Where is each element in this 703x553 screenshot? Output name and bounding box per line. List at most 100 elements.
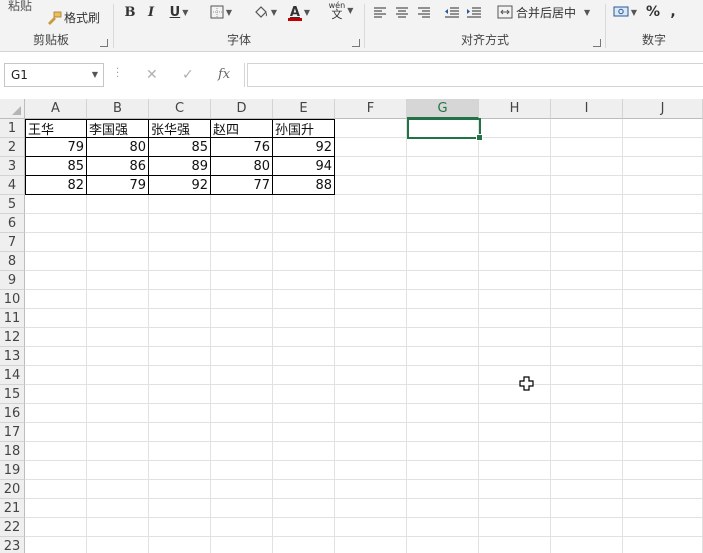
row-header-2[interactable]: 2 <box>0 138 25 157</box>
italic-button[interactable]: I <box>144 2 158 22</box>
cell-d8[interactable] <box>211 252 273 271</box>
cell-j15[interactable] <box>623 385 703 404</box>
cell-g10[interactable] <box>407 290 479 309</box>
row-header-11[interactable]: 11 <box>0 309 25 328</box>
cell-g2[interactable] <box>407 138 479 157</box>
resize-handle-icon[interactable]: · · · <box>116 65 119 83</box>
row-header-9[interactable]: 9 <box>0 271 25 290</box>
format-painter-button[interactable]: 格式刷 <box>46 9 100 26</box>
cell-h12[interactable] <box>479 328 551 347</box>
cell-e3[interactable]: 94 <box>273 157 335 176</box>
cell-j22[interactable] <box>623 518 703 537</box>
cell-a21[interactable] <box>25 499 87 518</box>
clipboard-launcher-icon[interactable] <box>100 39 108 47</box>
cell-e21[interactable] <box>273 499 335 518</box>
cell-b12[interactable] <box>87 328 149 347</box>
cell-a19[interactable] <box>25 461 87 480</box>
cell-a11[interactable] <box>25 309 87 328</box>
row-header-10[interactable]: 10 <box>0 290 25 309</box>
decrease-indent-button[interactable] <box>443 2 461 22</box>
cell-a23[interactable] <box>25 537 87 553</box>
cell-e2[interactable]: 92 <box>273 138 335 157</box>
cell-f11[interactable] <box>335 309 407 328</box>
column-header-i[interactable]: I <box>551 99 623 119</box>
cell-h4[interactable] <box>479 176 551 195</box>
cell-c10[interactable] <box>149 290 211 309</box>
cell-g3[interactable] <box>407 157 479 176</box>
cell-i2[interactable] <box>551 138 623 157</box>
cell-j8[interactable] <box>623 252 703 271</box>
cell-g8[interactable] <box>407 252 479 271</box>
cell-h7[interactable] <box>479 233 551 252</box>
cell-i10[interactable] <box>551 290 623 309</box>
cell-h10[interactable] <box>479 290 551 309</box>
column-header-f[interactable]: F <box>335 99 407 119</box>
cell-f22[interactable] <box>335 518 407 537</box>
cell-c7[interactable] <box>149 233 211 252</box>
cell-e13[interactable] <box>273 347 335 366</box>
cell-i6[interactable] <box>551 214 623 233</box>
cell-h15[interactable] <box>479 385 551 404</box>
cell-j10[interactable] <box>623 290 703 309</box>
cell-f7[interactable] <box>335 233 407 252</box>
cell-j5[interactable] <box>623 195 703 214</box>
cell-i8[interactable] <box>551 252 623 271</box>
row-header-17[interactable]: 17 <box>0 423 25 442</box>
cell-h6[interactable] <box>479 214 551 233</box>
cell-j23[interactable] <box>623 537 703 553</box>
cell-g21[interactable] <box>407 499 479 518</box>
cell-g13[interactable] <box>407 347 479 366</box>
cell-d19[interactable] <box>211 461 273 480</box>
cell-i1[interactable] <box>551 119 623 138</box>
alignment-launcher-icon[interactable] <box>593 39 601 47</box>
cell-g1[interactable] <box>407 119 479 138</box>
name-box[interactable]: G1 ▼ <box>4 63 104 87</box>
cell-f2[interactable] <box>335 138 407 157</box>
cell-c15[interactable] <box>149 385 211 404</box>
cell-e11[interactable] <box>273 309 335 328</box>
chevron-down-icon[interactable]: ▼ <box>92 64 98 86</box>
cell-a7[interactable] <box>25 233 87 252</box>
cell-j13[interactable] <box>623 347 703 366</box>
cell-f10[interactable] <box>335 290 407 309</box>
cell-d1[interactable]: 赵四 <box>211 119 273 138</box>
cell-a1[interactable]: 王华 <box>25 119 87 138</box>
cell-i22[interactable] <box>551 518 623 537</box>
cell-c1[interactable]: 张华强 <box>149 119 211 138</box>
cell-d9[interactable] <box>211 271 273 290</box>
cell-b1[interactable]: 李国强 <box>87 119 149 138</box>
cell-f5[interactable] <box>335 195 407 214</box>
cell-d6[interactable] <box>211 214 273 233</box>
cell-c11[interactable] <box>149 309 211 328</box>
cell-j1[interactable] <box>623 119 703 138</box>
cell-b5[interactable] <box>87 195 149 214</box>
cell-d23[interactable] <box>211 537 273 553</box>
cell-e6[interactable] <box>273 214 335 233</box>
cell-b3[interactable]: 86 <box>87 157 149 176</box>
cell-c20[interactable] <box>149 480 211 499</box>
cell-b21[interactable] <box>87 499 149 518</box>
cell-b14[interactable] <box>87 366 149 385</box>
cell-h2[interactable] <box>479 138 551 157</box>
cell-b18[interactable] <box>87 442 149 461</box>
percent-button[interactable]: % <box>644 2 662 22</box>
cell-a20[interactable] <box>25 480 87 499</box>
cell-h17[interactable] <box>479 423 551 442</box>
cell-b23[interactable] <box>87 537 149 553</box>
cell-i15[interactable] <box>551 385 623 404</box>
cell-j12[interactable] <box>623 328 703 347</box>
cell-d20[interactable] <box>211 480 273 499</box>
cell-h5[interactable] <box>479 195 551 214</box>
row-header-14[interactable]: 14 <box>0 366 25 385</box>
cell-c17[interactable] <box>149 423 211 442</box>
cell-c22[interactable] <box>149 518 211 537</box>
cell-j21[interactable] <box>623 499 703 518</box>
accounting-format-button[interactable]: ▼ <box>610 2 640 22</box>
cell-i18[interactable] <box>551 442 623 461</box>
fill-color-button[interactable]: ▼ <box>250 2 280 22</box>
cell-h1[interactable] <box>479 119 551 138</box>
column-header-j[interactable]: J <box>623 99 703 119</box>
row-header-19[interactable]: 19 <box>0 461 25 480</box>
cell-c5[interactable] <box>149 195 211 214</box>
cell-g15[interactable] <box>407 385 479 404</box>
